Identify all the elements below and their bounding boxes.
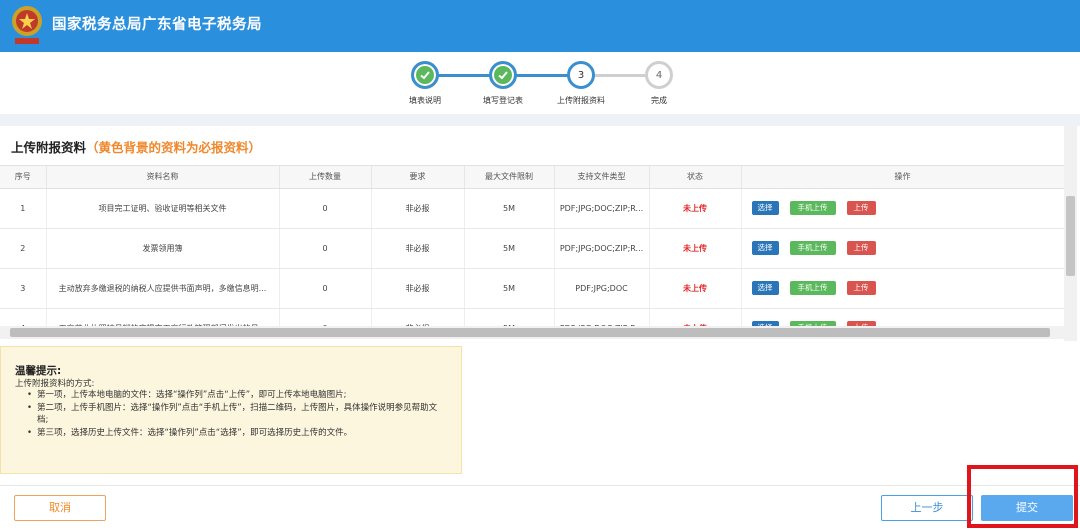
- table-header-row: 序号 资料名称 上传数量 要求 最大文件限制 支持文件类型 状态 操作: [0, 166, 1064, 189]
- table-row: 3 主动放弃多缴退税的纳税人应提供书面声明，多缴信息明... 0 非必报 5M …: [0, 268, 1064, 309]
- document-name: 主动放弃多缴退税的纳税人应提供书面声明，多缴信息明...: [46, 268, 280, 309]
- tip-item: 第三项，选择历史上传文件：选择“操作列”点击“选择”，即可选择历史上传的文件。: [27, 427, 447, 440]
- document-name: 项目完工证明、验收证明等相关文件: [46, 188, 280, 229]
- cancel-button[interactable]: 取消: [14, 495, 106, 521]
- select-button[interactable]: 选择: [751, 201, 779, 215]
- step-connector: [594, 74, 646, 77]
- step-4-indicator: 4: [645, 61, 673, 89]
- step-2-label: 填写登记表: [483, 96, 523, 105]
- section-title-text: 上传附报资料: [11, 140, 87, 155]
- mobile-upload-button[interactable]: 手机上传: [789, 241, 836, 255]
- column-header: 序号: [0, 166, 47, 189]
- step-connector: [438, 74, 490, 77]
- column-header: 支持文件类型: [554, 166, 650, 189]
- tip-item: 第二项，上传手机图片：选择“操作列”点击“手机上传”，扫描二维码，上传图片，具体…: [27, 402, 447, 427]
- row-number: 3: [0, 268, 47, 309]
- upload-status: 未上传: [649, 188, 742, 229]
- max-size: 5M: [464, 268, 555, 309]
- upload-count: 0: [279, 228, 372, 269]
- footer-divider: [0, 485, 1080, 486]
- step-3-label: 上传附报资料: [557, 96, 605, 105]
- row-actions: 选择手机上传上传: [741, 228, 1064, 269]
- column-header: 资料名称: [46, 166, 280, 189]
- requirement: 非必报: [371, 188, 465, 229]
- column-header: 状态: [649, 166, 742, 189]
- upload-button[interactable]: 上传: [846, 281, 876, 295]
- app-header: 国家税务总局广东省电子税务局: [0, 0, 1080, 52]
- table-row: 1 项目完工证明、验收证明等相关文件 0 非必报 5M PDF;JPG;DOC;…: [0, 188, 1064, 229]
- file-types: PDF;JPG;DOC;ZIP;R...: [554, 228, 650, 269]
- tips-title: 温馨提示:: [15, 365, 62, 377]
- step-connector: [516, 74, 568, 77]
- tips-subtitle: 上传附报资料的方式:: [15, 379, 95, 389]
- row-actions: 选择手机上传上传: [741, 268, 1064, 309]
- table-row: 2 发票领用簿 0 非必报 5M PDF;JPG;DOC;ZIP;R... 未上…: [0, 228, 1064, 269]
- tip-item: 第一项，上传本地电脑的文件：选择“操作列”点击“上传”，即可上传本地电脑图片;: [27, 389, 447, 402]
- upload-status: 未上传: [649, 228, 742, 269]
- check-icon: [498, 71, 508, 80]
- tips-list: 第一项，上传本地电脑的文件：选择“操作列”点击“上传”，即可上传本地电脑图片; …: [27, 389, 447, 439]
- column-header: 上传数量: [279, 166, 372, 189]
- column-header: 操作: [741, 166, 1064, 189]
- step-4-label: 完成: [651, 96, 667, 105]
- document-name: 发票领用簿: [46, 228, 280, 269]
- tax-emblem-icon: [12, 6, 42, 44]
- file-types: PDF;JPG;DOC;ZIP;R...: [554, 188, 650, 229]
- row-number: 1: [0, 188, 47, 229]
- row-actions: 选择手机上传上传: [741, 188, 1064, 229]
- upload-button[interactable]: 上传: [846, 241, 876, 255]
- column-header: 要求: [371, 166, 465, 189]
- vertical-scrollbar[interactable]: [1064, 126, 1077, 341]
- column-header: 最大文件限制: [464, 166, 555, 189]
- file-types: PDF;JPG;DOC: [554, 268, 650, 309]
- mobile-upload-button[interactable]: 手机上传: [789, 281, 836, 295]
- upload-status: 未上传: [649, 268, 742, 309]
- row-number: 2: [0, 228, 47, 269]
- header-title: 国家税务总局广东省电子税务局: [52, 17, 262, 33]
- upload-count: 0: [279, 268, 372, 309]
- check-icon: [420, 71, 430, 80]
- select-button[interactable]: 选择: [751, 241, 779, 255]
- step-progress: [0, 52, 1080, 114]
- upload-count: 0: [279, 188, 372, 229]
- step-1-indicator: [411, 61, 439, 89]
- select-button[interactable]: 选择: [751, 281, 779, 295]
- step-2-indicator: [489, 61, 517, 89]
- submit-button[interactable]: 提交: [981, 495, 1073, 521]
- tips-box: 温馨提示: 上传附报资料的方式: 第一项，上传本地电脑的文件：选择“操作列”点击…: [0, 346, 462, 474]
- attachments-table: 序号 资料名称 上传数量 要求 最大文件限制 支持文件类型 状态 操作 1 项目…: [0, 165, 1064, 339]
- upload-button[interactable]: 上传: [846, 201, 876, 215]
- mobile-upload-button[interactable]: 手机上传: [789, 201, 836, 215]
- previous-step-button[interactable]: 上一步: [881, 495, 973, 521]
- section-title: 上传附报资料（黄色背景的资料为必报资料）: [11, 137, 261, 156]
- scrollbar-thumb[interactable]: [1066, 196, 1075, 276]
- requirement: 非必报: [371, 228, 465, 269]
- step-3-indicator: 3: [567, 61, 595, 89]
- requirement: 非必报: [371, 268, 465, 309]
- horizontal-scrollbar[interactable]: [0, 326, 1064, 339]
- step-1-label: 填表说明: [409, 96, 441, 105]
- scrollbar-thumb[interactable]: [10, 328, 1050, 337]
- max-size: 5M: [464, 188, 555, 229]
- section-note: （黄色背景的资料为必报资料）: [86, 140, 262, 155]
- max-size: 5M: [464, 228, 555, 269]
